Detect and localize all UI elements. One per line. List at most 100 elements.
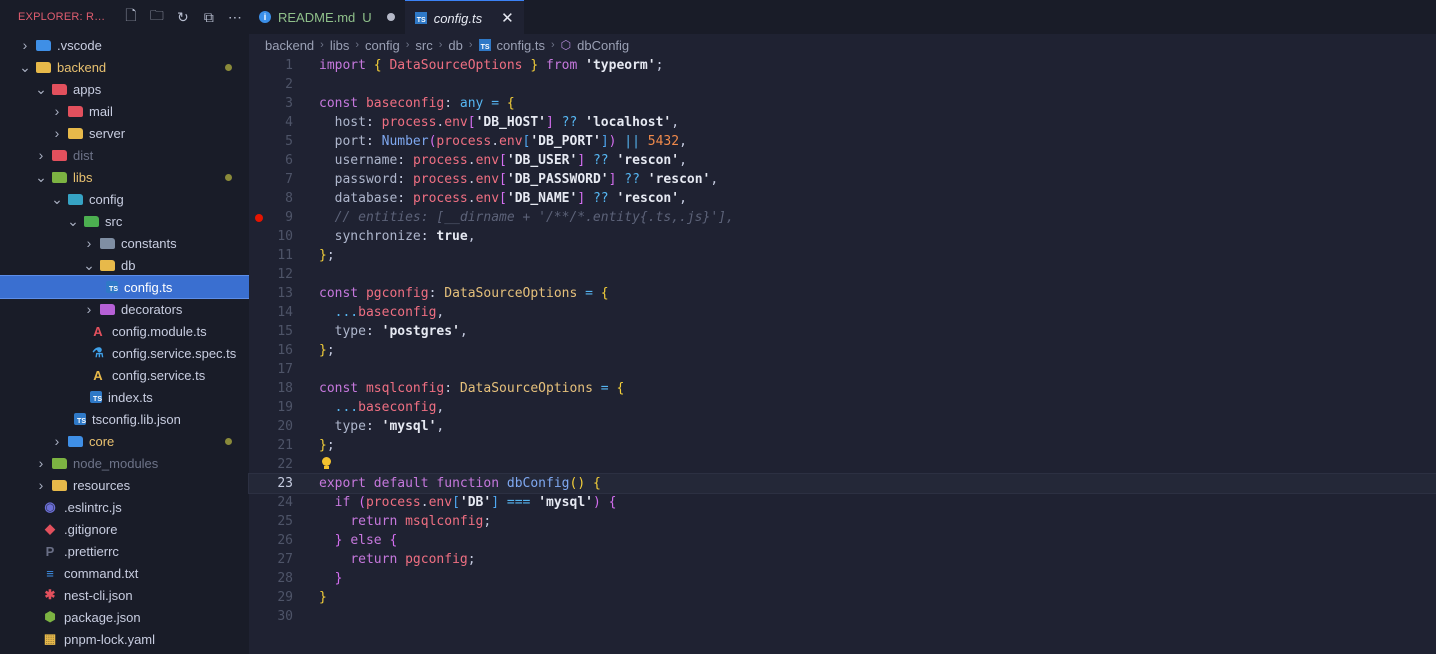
code-line: 28 } bbox=[249, 569, 1436, 588]
tree-item-label: resources bbox=[73, 477, 131, 493]
tree-item-nest-cli[interactable]: ✱ nest-cli.json bbox=[0, 584, 249, 606]
tree-item-command-txt[interactable]: ≡ command.txt bbox=[0, 562, 249, 584]
code-text: synchronize: true, bbox=[319, 227, 476, 246]
code-token: { bbox=[600, 286, 609, 301]
code-text: }; bbox=[319, 436, 335, 455]
line-number: 27 bbox=[277, 552, 293, 567]
breadcrumb-item[interactable]: dbConfig bbox=[577, 38, 629, 53]
breadcrumb-item[interactable]: db bbox=[448, 38, 462, 53]
code-token: // entities: [__dirname + '/**/*.entity{… bbox=[334, 210, 734, 225]
tree-item-label: mail bbox=[89, 103, 113, 119]
modified-dot bbox=[225, 174, 232, 181]
tree-item-libs[interactable]: ⌄ libs bbox=[0, 166, 249, 188]
code-token: baseconfig bbox=[358, 400, 437, 415]
tree-item-tsconfig-lib[interactable]: TS tsconfig.lib.json bbox=[0, 408, 249, 430]
breadcrumb-item[interactable]: src bbox=[415, 38, 432, 53]
tree-item-config-ts[interactable]: TS config.ts bbox=[0, 275, 249, 299]
code-line: 3 const baseconfig: any = { bbox=[249, 94, 1436, 113]
tree-item-config-service[interactable]: Aconfig.service.ts bbox=[0, 364, 249, 386]
breadcrumb-item[interactable]: libs bbox=[330, 38, 350, 53]
chevron-right-icon: › bbox=[405, 39, 410, 51]
new-file-icon[interactable]: 🗋 bbox=[122, 7, 140, 26]
code-token: ?? bbox=[592, 191, 609, 206]
line-number: 1 bbox=[285, 58, 293, 73]
tree-item-vscode[interactable]: › .vscode bbox=[0, 34, 249, 56]
code-token: host bbox=[334, 115, 366, 130]
refresh-icon[interactable]: ↻ bbox=[174, 8, 192, 26]
breadcrumb-item[interactable]: backend bbox=[265, 38, 314, 53]
tree-item-constants[interactable]: › constants bbox=[0, 232, 249, 254]
code-token: 'DB_USER' bbox=[506, 153, 578, 168]
code-token: process bbox=[412, 172, 468, 187]
tree-item-eslintrc[interactable]: ◉ .eslintrc.js bbox=[0, 496, 249, 518]
line-number: 22 bbox=[277, 457, 293, 472]
tree-item-package-json[interactable]: ⬢ package.json bbox=[0, 606, 249, 628]
more-icon[interactable]: ⋯ bbox=[226, 8, 244, 26]
code-token: 'DB_PASSWORD' bbox=[506, 172, 609, 187]
code-token: 'typeorm' bbox=[585, 58, 656, 73]
tree-item-db[interactable]: ⌄ db bbox=[0, 254, 249, 276]
tree-item-config-service-spec[interactable]: ⚗ config.service.spec.ts bbox=[0, 342, 249, 364]
new-folder-icon[interactable]: 🗀 bbox=[148, 7, 166, 26]
code-line: 23 export default function dbConfig() { bbox=[248, 473, 1436, 494]
tree-item-dist[interactable]: › dist bbox=[0, 144, 249, 166]
tree-item-config-module[interactable]: Aconfig.module.ts bbox=[0, 320, 249, 342]
line-number: 18 bbox=[277, 381, 293, 396]
explorer-sidebar: EXPLORER: RESC... 🗋 🗀 ↻ ⧉ ⋯ › .vscode ⌄ backend… bbox=[0, 0, 249, 654]
lightbulb-glass bbox=[321, 457, 331, 466]
code-token: { bbox=[373, 58, 382, 73]
tree-item-node-modules[interactable]: › node_modules bbox=[0, 452, 249, 474]
tree-item-decorators[interactable]: › decorators bbox=[0, 298, 249, 320]
code-token: port bbox=[334, 134, 366, 149]
tree-item-label: config.ts bbox=[124, 279, 173, 295]
tree-item-server[interactable]: › server bbox=[0, 122, 249, 144]
breadcrumb-item[interactable]: config bbox=[365, 38, 400, 53]
folder-icon bbox=[68, 127, 83, 139]
code-token: ; bbox=[326, 248, 335, 263]
code-token: : bbox=[428, 286, 445, 301]
tree-item-core[interactable]: › core bbox=[0, 430, 249, 452]
code-token: } bbox=[334, 571, 343, 586]
code-token: ?? bbox=[561, 115, 578, 130]
tree-item-prettierrc[interactable]: P .prettierrc bbox=[0, 540, 249, 562]
code-token: 'DB_HOST' bbox=[475, 115, 547, 130]
tree-item-config[interactable]: ⌄ config bbox=[0, 188, 249, 210]
breadcrumb-item[interactable]: config.ts bbox=[497, 38, 545, 53]
line-number: 29 bbox=[277, 590, 293, 605]
tab-readme[interactable]: i README.md U bbox=[249, 0, 405, 34]
lightbulb-icon[interactable] bbox=[321, 457, 331, 469]
chevron-down-icon: ⌄ bbox=[35, 168, 47, 185]
tree-item-mail[interactable]: › mail bbox=[0, 100, 249, 122]
file-icon: ⚗ bbox=[92, 345, 104, 360]
tree-item-apps[interactable]: ⌄ apps bbox=[0, 78, 249, 100]
tree-item-backend[interactable]: ⌄ backend bbox=[0, 56, 249, 78]
code-token: return bbox=[350, 552, 398, 567]
tree-item-pnpm-lock[interactable]: ▦ pnpm-lock.yaml bbox=[0, 628, 249, 650]
tree-item-resources[interactable]: › resources bbox=[0, 474, 249, 496]
code-token: if bbox=[334, 495, 351, 510]
tree-item-label: config.module.ts bbox=[112, 323, 207, 339]
collapse-all-icon[interactable]: ⧉ bbox=[200, 8, 218, 26]
tree-item-src[interactable]: ⌄ src bbox=[0, 210, 249, 232]
code-editor[interactable]: 1 import { DataSourceOptions } from 'type… bbox=[248, 56, 1436, 626]
chevron-right-icon: › bbox=[355, 39, 360, 51]
close-icon[interactable]: ✕ bbox=[501, 9, 514, 27]
tree-item-label: constants bbox=[121, 235, 177, 251]
tab-config-ts[interactable]: TS config.ts ✕ bbox=[404, 0, 524, 35]
code-token: { bbox=[608, 495, 617, 510]
code-token: password bbox=[334, 172, 398, 187]
tree-item-gitignore[interactable]: ◆ .gitignore bbox=[0, 518, 249, 540]
code-line: 9 // entities: [__dirname + '/**/*.entit… bbox=[249, 208, 1436, 227]
folder-icon bbox=[68, 105, 83, 117]
code-token: baseconfig bbox=[365, 96, 445, 111]
tree-item-index-ts[interactable]: TS index.ts bbox=[0, 386, 249, 408]
breakpoint-icon[interactable] bbox=[255, 214, 263, 222]
code-text: const msqlconfig: DataSourceOptions = { bbox=[319, 379, 624, 398]
